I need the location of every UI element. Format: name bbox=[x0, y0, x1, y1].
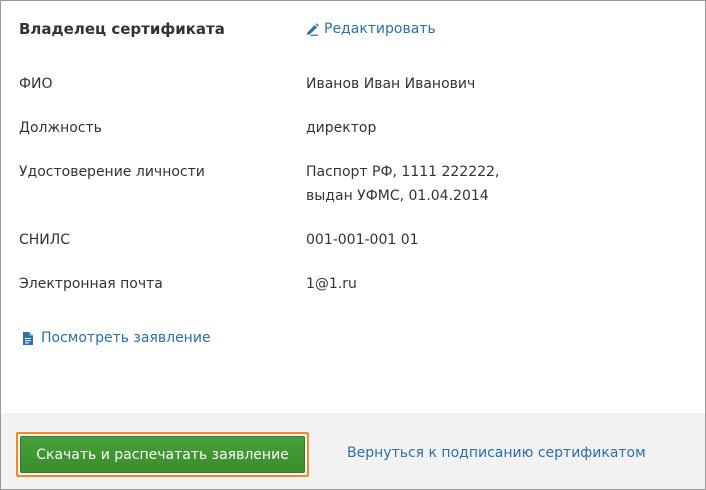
field-label-id-document: Удостоверение личности bbox=[19, 164, 205, 180]
field-value-full-name: Иванов Иван Иванович bbox=[306, 72, 475, 96]
field-label-position: Должность bbox=[19, 120, 102, 136]
document-icon bbox=[23, 331, 33, 345]
edit-link[interactable]: Редактировать bbox=[306, 21, 436, 37]
back-to-signing-link[interactable]: Вернуться к подписанию сертификатом bbox=[347, 445, 646, 461]
footer-bar: Скачать и распечатать заявление Вернутьс… bbox=[1, 413, 705, 489]
pencil-icon bbox=[307, 22, 319, 36]
field-value-line: Паспорт РФ, 1111 222222, bbox=[306, 164, 500, 180]
field-value-email: 1@1.ru bbox=[306, 272, 357, 296]
field-value-line: Иванов Иван Иванович bbox=[306, 76, 476, 92]
edit-link-label: Редактировать bbox=[324, 21, 436, 37]
field-value-position: директор bbox=[306, 116, 376, 140]
download-button-focus-ring: Скачать и распечатать заявление bbox=[16, 432, 309, 477]
field-label-snils: СНИЛС bbox=[19, 232, 71, 248]
download-print-statement-button[interactable]: Скачать и распечатать заявление bbox=[20, 436, 305, 473]
view-statement-label: Посмотреть заявление bbox=[41, 330, 211, 346]
field-value-line: 001-001-001 01 bbox=[306, 232, 419, 248]
field-value-line: 1@1.ru bbox=[306, 276, 357, 292]
view-statement-link[interactable]: Посмотреть заявление bbox=[23, 330, 211, 346]
section-title: Владелец сертификата bbox=[19, 20, 225, 38]
certificate-owner-panel: Владелец сертификата Редактировать ФИО И… bbox=[0, 0, 706, 490]
field-value-id-document: Паспорт РФ, 1111 222222, выдан УФМС, 01.… bbox=[306, 160, 499, 208]
field-value-line: директор bbox=[306, 120, 377, 136]
field-value-snils: 001-001-001 01 bbox=[306, 228, 419, 252]
field-label-email: Электронная почта bbox=[19, 276, 163, 292]
field-value-line: выдан УФМС, 01.04.2014 bbox=[306, 188, 489, 204]
field-label-full-name: ФИО bbox=[19, 76, 53, 92]
